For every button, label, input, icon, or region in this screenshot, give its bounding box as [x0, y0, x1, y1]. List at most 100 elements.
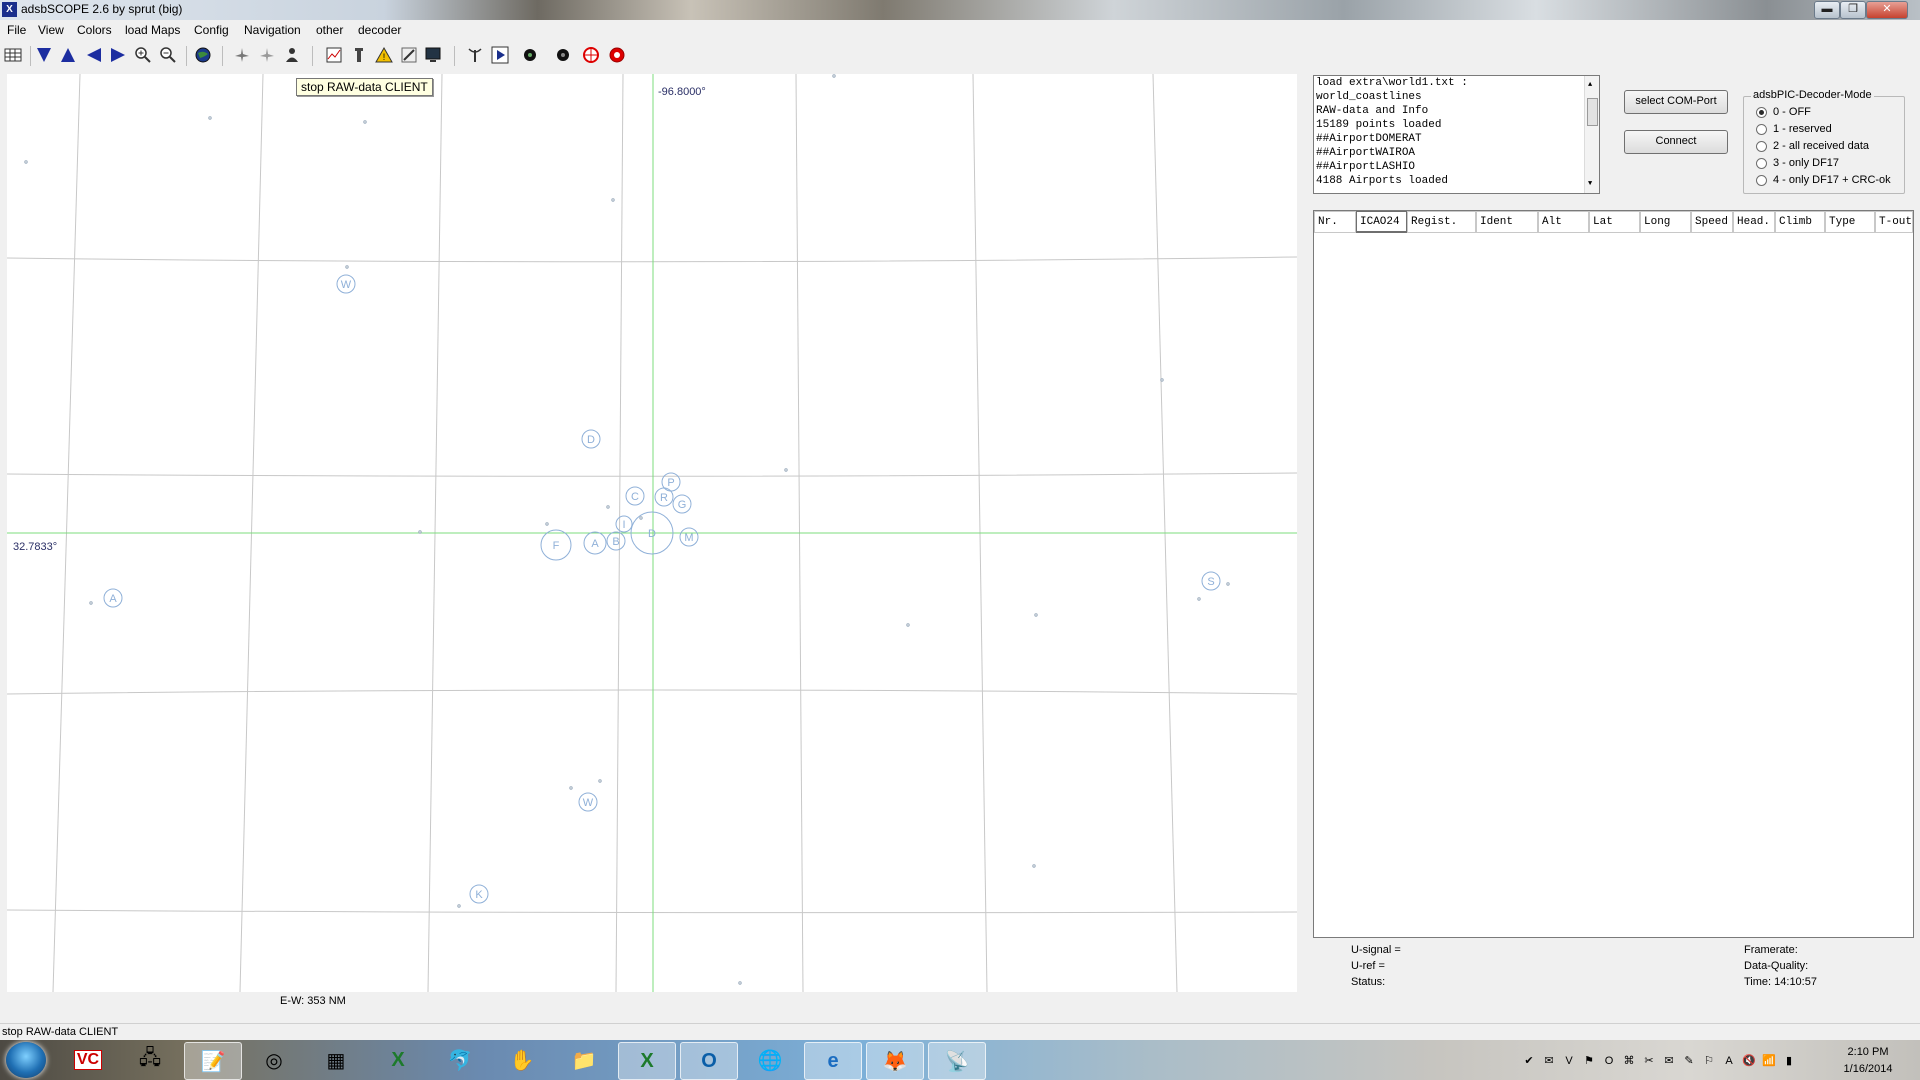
tray-envelope-icon[interactable]: ✉ [1662, 1054, 1676, 1068]
scroll-down-icon[interactable]: ▼ [1588, 177, 1592, 191]
aircraft-group-icon[interactable] [232, 45, 252, 65]
explorer-folder-icon[interactable]: 📁 [556, 1042, 612, 1078]
ie-icon[interactable]: e [804, 1042, 862, 1080]
decoder-option-4[interactable]: 4 - only DF17 + CRC-ok [1756, 174, 1891, 186]
menu-file[interactable]: File [7, 23, 26, 37]
decoder-option-3[interactable]: 3 - only DF17 [1756, 157, 1839, 169]
svg-text:D: D [587, 434, 595, 446]
arrow-up-icon[interactable] [58, 45, 78, 65]
menu-other[interactable]: other [316, 23, 343, 37]
column-header[interactable]: Lat [1589, 211, 1640, 233]
log-listbox[interactable]: load extra\world1.txt : world_coastlines… [1313, 75, 1600, 194]
scanner-icon[interactable]: ✋ [494, 1042, 550, 1078]
connect-button[interactable]: Connect [1624, 130, 1728, 154]
vc-app-icon[interactable]: VC [60, 1042, 116, 1078]
radio-icon[interactable] [1756, 140, 1767, 152]
radio-selected-icon[interactable] [1756, 106, 1767, 118]
tray-acrobat-icon[interactable]: A [1722, 1054, 1736, 1068]
decoder-option-2[interactable]: 2 - all received data [1756, 140, 1869, 152]
edit-icon[interactable] [399, 45, 419, 65]
column-header[interactable]: Climb [1775, 211, 1825, 233]
tray-shield-icon[interactable]: ✔ [1522, 1054, 1536, 1068]
start-button[interactable] [6, 1042, 46, 1078]
tray-signal-icon[interactable]: ▮ [1782, 1054, 1796, 1068]
record-black-icon[interactable] [520, 45, 540, 65]
menu-colors[interactable]: Colors [77, 23, 112, 37]
scroll-up-icon[interactable]: ▲ [1588, 78, 1592, 92]
maximize-button[interactable]: ❐ [1840, 1, 1866, 19]
radio-icon[interactable] [1756, 174, 1767, 186]
tray-antenna-icon[interactable]: 📶 [1762, 1054, 1776, 1068]
dolphin-icon[interactable]: 🐬 [432, 1042, 488, 1078]
arrow-left-icon[interactable] [84, 45, 104, 65]
column-header[interactable]: Speed [1691, 211, 1733, 233]
clock-time[interactable]: 2:10 PM [1838, 1046, 1898, 1058]
select-com-port-button[interactable]: select COM-Port [1624, 90, 1728, 114]
menu-view[interactable]: View [38, 23, 64, 37]
media-player-icon[interactable]: ◎ [246, 1042, 302, 1078]
column-header[interactable]: Ident [1476, 211, 1538, 233]
excel-icon[interactable]: X [370, 1042, 426, 1078]
arrow-down-icon[interactable] [34, 45, 54, 65]
aircraft-user-icon[interactable] [282, 45, 302, 65]
tower-icon[interactable] [349, 45, 369, 65]
menu-navigation[interactable]: Navigation [244, 23, 301, 37]
tray-speaker-icon[interactable]: 🔇 [1742, 1054, 1756, 1068]
column-header[interactable]: Type [1825, 211, 1875, 233]
column-header[interactable]: Head. [1733, 211, 1775, 233]
play-icon[interactable] [490, 45, 510, 65]
zoom-in-icon[interactable] [133, 45, 153, 65]
scroll-thumb[interactable] [1587, 98, 1598, 126]
close-button[interactable]: ✕ [1866, 1, 1908, 19]
tray-tools-icon[interactable]: ✂ [1642, 1054, 1656, 1068]
app-icon[interactable]: X [2, 2, 17, 17]
target-red-2-icon[interactable] [607, 45, 627, 65]
menu-decoder[interactable]: decoder [358, 23, 401, 37]
record-black-2-icon[interactable] [553, 45, 573, 65]
airport-marker: S [1201, 571, 1221, 591]
column-header[interactable]: Nr. [1314, 211, 1356, 233]
menu-load-maps[interactable]: load Maps [125, 23, 180, 37]
globe-icon[interactable] [193, 45, 213, 65]
chart-icon[interactable] [324, 45, 344, 65]
column-header-active[interactable]: ICAO24 [1356, 211, 1407, 233]
network-app-icon[interactable]: 🖧 [122, 1042, 178, 1078]
clock-date[interactable]: 1/16/2014 [1838, 1063, 1898, 1075]
title-bar[interactable] [0, 0, 1920, 20]
tray-flag-icon[interactable]: ⚑ [1582, 1054, 1596, 1068]
column-header[interactable]: T-out [1875, 211, 1913, 233]
warning-icon[interactable]: ! [374, 45, 394, 65]
excel-2-icon[interactable]: X [618, 1042, 676, 1080]
log-scrollbar[interactable]: ▲ ▼ [1584, 76, 1599, 193]
column-header[interactable]: Long [1640, 211, 1691, 233]
radio-icon[interactable] [1756, 157, 1767, 169]
calculator-icon[interactable]: ▦ [308, 1042, 364, 1078]
monitor-icon[interactable] [423, 45, 443, 65]
tray-outlook-icon[interactable]: O [1602, 1054, 1616, 1068]
antenna-icon[interactable] [465, 45, 485, 65]
outlook-icon[interactable]: O [680, 1042, 738, 1080]
firefox-icon[interactable]: 🦊 [866, 1042, 924, 1080]
column-header[interactable]: Alt [1538, 211, 1589, 233]
globe-app-icon[interactable]: 🌐 [742, 1042, 798, 1078]
aircraft-group-2-icon[interactable] [257, 45, 277, 65]
radio-icon[interactable] [1756, 123, 1767, 135]
radar-map[interactable]: W D P C R G I F A B D M A S W K -96.8000… [7, 74, 1297, 992]
column-header[interactable]: Regist. [1407, 211, 1476, 233]
table-icon[interactable] [3, 45, 23, 65]
tray-network-icon[interactable]: ⌘ [1622, 1054, 1636, 1068]
adsbscope-icon[interactable]: 📡 [928, 1042, 986, 1080]
tray-app-icon[interactable]: ✎ [1682, 1054, 1696, 1068]
notepad-icon[interactable]: 📝 [184, 1042, 242, 1080]
tray-flag-red-icon[interactable]: ⚐ [1702, 1054, 1716, 1068]
tray-vc-icon[interactable]: V [1562, 1054, 1576, 1068]
target-red-icon[interactable] [581, 45, 601, 65]
decoder-option-1[interactable]: 1 - reserved [1756, 123, 1832, 135]
minimize-button[interactable]: ▬ [1814, 1, 1840, 19]
zoom-out-icon[interactable] [158, 45, 178, 65]
tray-mail-icon[interactable]: ✉ [1542, 1054, 1556, 1068]
aircraft-table[interactable]: Nr. ICAO24 Regist. Ident Alt Lat Long Sp… [1313, 210, 1914, 938]
arrow-right-icon[interactable] [108, 45, 128, 65]
decoder-option-0[interactable]: 0 - OFF [1756, 106, 1811, 118]
menu-config[interactable]: Config [194, 23, 229, 37]
